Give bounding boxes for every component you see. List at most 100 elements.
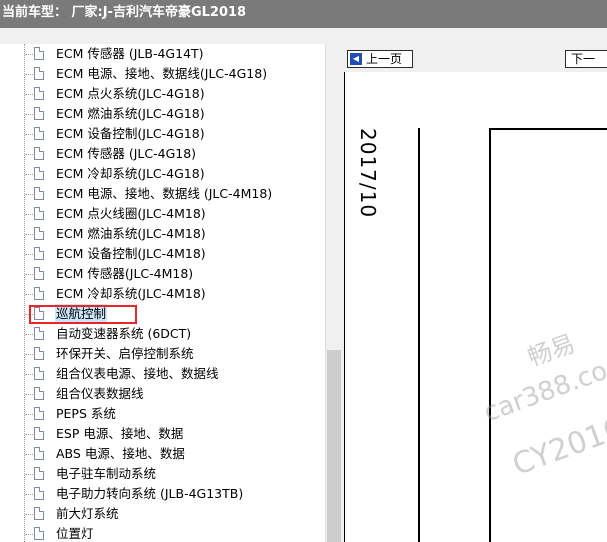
tree-connector bbox=[25, 234, 33, 235]
tree-connector bbox=[25, 454, 33, 455]
tree-item-label: ECM 传感器 (JLB-4G14T) bbox=[56, 46, 204, 61]
tree-scrollbar[interactable] bbox=[325, 44, 342, 542]
tree-item-label: 自动变速器系统 (6DCT) bbox=[56, 326, 192, 341]
tree-connector bbox=[25, 154, 33, 155]
document-icon bbox=[34, 167, 44, 180]
tree-connector bbox=[25, 294, 33, 295]
tree-connector bbox=[25, 534, 33, 535]
next-page-label: 下一 bbox=[571, 52, 596, 66]
tree-item[interactable]: ECM 冷却系统(JLC-4G18) bbox=[0, 164, 325, 184]
document-icon bbox=[34, 67, 44, 80]
tree-item-label: ECM 传感器 (JLC-4G18) bbox=[56, 146, 197, 161]
tree-item-label: 前大灯系统 bbox=[56, 506, 119, 521]
diagram-frame-left bbox=[489, 128, 491, 542]
tree-item[interactable]: 组合仪表电源、接地、数据线 bbox=[0, 364, 325, 384]
tree-guide-line bbox=[24, 44, 25, 542]
tree-connector bbox=[25, 494, 33, 495]
tree-connector bbox=[25, 114, 33, 115]
tree-item[interactable]: ECM 传感器(JLC-4M18) bbox=[0, 264, 325, 284]
tree-item-label: ECM 燃油系统(JLC-4M18) bbox=[56, 226, 206, 241]
tree-connector bbox=[25, 274, 33, 275]
tree-item-label: 电子助力转向系统 (JLB-4G13TB) bbox=[56, 486, 244, 501]
tree-item[interactable]: ABS 电源、接地、数据 bbox=[0, 444, 325, 464]
tree-item[interactable]: ECM 点火线圈(JLC-4M18) bbox=[0, 204, 325, 224]
tree-item[interactable]: ECM 电源、接地、数据线(JLC-4G18) bbox=[0, 64, 325, 84]
tree-connector bbox=[25, 134, 33, 135]
tree-item[interactable]: PEPS 系统 bbox=[0, 404, 325, 424]
tree-item-label: ECM 设备控制(JLC-4M18) bbox=[56, 246, 206, 261]
tree-connector bbox=[25, 194, 33, 195]
tree-item[interactable]: ECM 传感器 (JLC-4G18) bbox=[0, 144, 325, 164]
tree-connector bbox=[25, 54, 33, 55]
tree-item[interactable]: ECM 点火系统(JLC-4G18) bbox=[0, 84, 325, 104]
document-icon bbox=[34, 527, 44, 540]
tree-item[interactable]: ECM 传感器 (JLB-4G14T) bbox=[0, 44, 325, 64]
tree-connector bbox=[25, 374, 33, 375]
tree-connector bbox=[25, 354, 33, 355]
document-icon bbox=[34, 267, 44, 280]
tree-item[interactable]: 电子助力转向系统 (JLB-4G13TB) bbox=[0, 484, 325, 504]
tree-item[interactable]: ECM 设备控制(JLC-4G18) bbox=[0, 124, 325, 144]
tree-item-label: 位置灯 bbox=[56, 526, 94, 541]
tree-item-label: ECM 传感器(JLC-4M18) bbox=[56, 266, 194, 281]
tree-item-label: 环保开关、启停控制系统 bbox=[56, 346, 194, 361]
tree-item[interactable]: 组合仪表数据线 bbox=[0, 384, 325, 404]
tree-panel[interactable]: ECM 传感器 (JLB-4G14T) ECM 电源、接地、数据线(JLC-4G1… bbox=[0, 44, 325, 542]
tree-connector bbox=[25, 474, 33, 475]
tree-item[interactable]: ECM 电源、接地、数据线 (JLC-4M18) bbox=[0, 184, 325, 204]
document-icon bbox=[34, 447, 44, 460]
prev-page-label: 上一页 bbox=[366, 52, 403, 66]
tree-item[interactable]: 环保开关、启停控制系统 bbox=[0, 344, 325, 364]
tree-item-label: ECM 电源、接地、数据线(JLC-4G18) bbox=[56, 66, 268, 81]
prev-page-button[interactable]: ◀ 上一页 bbox=[347, 50, 413, 68]
tree-item[interactable]: ECM 冷却系统(JLC-4M18) bbox=[0, 284, 325, 304]
scrollbar-thumb[interactable] bbox=[327, 350, 341, 542]
tree-item-label: PEPS 系统 bbox=[56, 406, 116, 421]
tree-item[interactable]: 自动变速器系统 (6DCT) bbox=[0, 324, 325, 344]
tree-item-label: ECM 点火系统(JLC-4G18) bbox=[56, 86, 205, 101]
document-icon bbox=[34, 107, 44, 120]
diagram-page bbox=[344, 72, 607, 542]
tree-item-label: 组合仪表数据线 bbox=[56, 386, 144, 401]
document-icon bbox=[34, 347, 44, 360]
tree-connector bbox=[25, 174, 33, 175]
tree-item-label: ECM 冷却系统(JLC-4M18) bbox=[56, 286, 206, 301]
diagram-date: 2017/10 bbox=[356, 128, 380, 219]
tree-item-label: ECM 电源、接地、数据线 (JLC-4M18) bbox=[56, 186, 273, 201]
tree-item[interactable]: ECM 设备控制(JLC-4M18) bbox=[0, 244, 325, 264]
document-icon bbox=[34, 127, 44, 140]
document-icon bbox=[34, 367, 44, 380]
tree-item[interactable]: 前大灯系统 bbox=[0, 504, 325, 524]
document-icon bbox=[34, 407, 44, 420]
tree-connector bbox=[25, 254, 33, 255]
tree-item[interactable]: 位置灯 bbox=[0, 524, 325, 542]
document-icon bbox=[34, 187, 44, 200]
document-icon bbox=[34, 327, 44, 340]
document-icon bbox=[34, 287, 44, 300]
tree-item[interactable]: ECM 燃油系统(JLC-4M18) bbox=[0, 224, 325, 244]
toolbar-band bbox=[0, 28, 607, 44]
tree-connector bbox=[25, 514, 33, 515]
document-icon bbox=[34, 87, 44, 100]
tree-connector bbox=[25, 414, 33, 415]
document-icon bbox=[34, 207, 44, 220]
selection-highlight-box bbox=[29, 305, 137, 324]
document-icon bbox=[34, 47, 44, 60]
tree-item-label: 电子驻车制动系统 bbox=[56, 466, 157, 481]
tree-item-label: ECM 设备控制(JLC-4G18) bbox=[56, 126, 205, 141]
tree-item[interactable]: ESP 电源、接地、数据 bbox=[0, 424, 325, 444]
tree-connector bbox=[25, 334, 33, 335]
document-icon bbox=[34, 507, 44, 520]
next-page-button[interactable]: 下一 bbox=[565, 50, 607, 68]
tree-item-label: 组合仪表电源、接地、数据线 bbox=[56, 366, 219, 381]
tree-item[interactable]: ECM 燃油系统(JLC-4G18) bbox=[0, 104, 325, 124]
document-icon bbox=[34, 227, 44, 240]
diagram-border-left bbox=[418, 128, 420, 542]
document-icon bbox=[34, 147, 44, 160]
window-title: 当前车型： 厂家:J-吉利汽车帝豪GL2018 bbox=[0, 0, 607, 28]
document-icon bbox=[34, 387, 44, 400]
tree-connector bbox=[25, 394, 33, 395]
prev-arrow-icon: ◀ bbox=[350, 53, 362, 65]
tree-item[interactable]: 电子驻车制动系统 bbox=[0, 464, 325, 484]
tree-item-label: ESP 电源、接地、数据 bbox=[56, 426, 184, 441]
